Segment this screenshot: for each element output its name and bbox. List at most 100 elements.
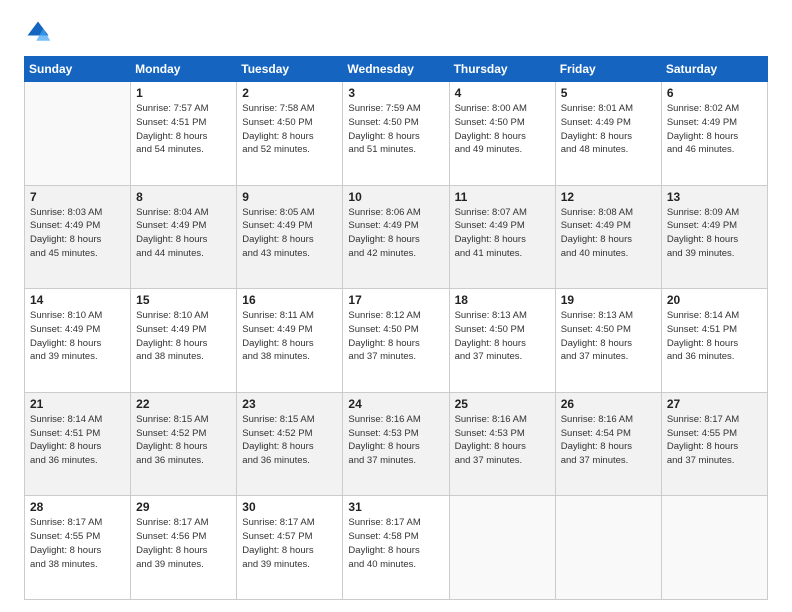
day-number: 16 — [242, 293, 337, 307]
day-info: Sunrise: 8:10 AM Sunset: 4:49 PM Dayligh… — [136, 309, 231, 364]
weekday-friday: Friday — [555, 57, 661, 82]
day-number: 5 — [561, 86, 656, 100]
logo — [24, 18, 56, 46]
calendar-week-row: 21Sunrise: 8:14 AM Sunset: 4:51 PM Dayli… — [25, 392, 768, 496]
day-number: 30 — [242, 500, 337, 514]
table-row: 4Sunrise: 8:00 AM Sunset: 4:50 PM Daylig… — [449, 82, 555, 186]
day-info: Sunrise: 7:59 AM Sunset: 4:50 PM Dayligh… — [348, 102, 443, 157]
table-row: 8 Sunrise: 8:04 AM Sunset: 4:49 PM Daylig… — [131, 185, 237, 289]
day-number: 1 — [136, 86, 231, 100]
day-info: Sunrise: 8:17 AM Sunset: 4:56 PM Dayligh… — [136, 516, 231, 571]
page: SundayMondayTuesdayWednesdayThursdayFrid… — [0, 0, 792, 612]
day-number: 15 — [136, 293, 231, 307]
day-number: 28 — [30, 500, 125, 514]
day-number: 4 — [455, 86, 550, 100]
table-row: 12 Sunrise: 8:08 AM Sunset: 4:49 PM Dayli… — [555, 185, 661, 289]
table-row: 21Sunrise: 8:14 AM Sunset: 4:51 PM Dayli… — [25, 392, 131, 496]
day-number: 25 — [455, 397, 550, 411]
day-info: Sunrise: 8:17 AM Sunset: 4:57 PM Dayligh… — [242, 516, 337, 571]
day-number: 31 — [348, 500, 443, 514]
table-row: 30 Sunrise: 8:17 AM Sunset: 4:57 PM Dayli… — [237, 496, 343, 600]
day-number: 3 — [348, 86, 443, 100]
table-row: 13Sunrise: 8:09 AM Sunset: 4:49 PM Dayli… — [661, 185, 767, 289]
day-info: Sunrise: 8:16 AM Sunset: 4:54 PM Dayligh… — [561, 413, 656, 468]
table-row: 5 Sunrise: 8:01 AM Sunset: 4:49 PM Daylig… — [555, 82, 661, 186]
table-row: 14 Sunrise: 8:10 AM Sunset: 4:49 PM Dayli… — [25, 289, 131, 393]
weekday-monday: Monday — [131, 57, 237, 82]
table-row: 22 Sunrise: 8:15 AM Sunset: 4:52 PM Dayli… — [131, 392, 237, 496]
table-row — [25, 82, 131, 186]
day-number: 2 — [242, 86, 337, 100]
table-row: 2 Sunrise: 7:58 AM Sunset: 4:50 PM Daylig… — [237, 82, 343, 186]
day-number: 9 — [242, 190, 337, 204]
day-number: 20 — [667, 293, 762, 307]
day-info: Sunrise: 8:02 AM Sunset: 4:49 PM Dayligh… — [667, 102, 762, 157]
weekday-tuesday: Tuesday — [237, 57, 343, 82]
calendar-week-row: 14 Sunrise: 8:10 AM Sunset: 4:49 PM Dayli… — [25, 289, 768, 393]
table-row: 31 Sunrise: 8:17 AM Sunset: 4:58 PM Dayli… — [343, 496, 449, 600]
day-info: Sunrise: 8:17 AM Sunset: 4:55 PM Dayligh… — [30, 516, 125, 571]
day-number: 12 — [561, 190, 656, 204]
day-number: 23 — [242, 397, 337, 411]
calendar-week-row: 1 Sunrise: 7:57 AM Sunset: 4:51 PM Daylig… — [25, 82, 768, 186]
day-info: Sunrise: 8:17 AM Sunset: 4:58 PM Dayligh… — [348, 516, 443, 571]
day-number: 29 — [136, 500, 231, 514]
weekday-wednesday: Wednesday — [343, 57, 449, 82]
table-row: 7 Sunrise: 8:03 AM Sunset: 4:49 PM Daylig… — [25, 185, 131, 289]
table-row: 24 Sunrise: 8:16 AM Sunset: 4:53 PM Dayli… — [343, 392, 449, 496]
day-info: Sunrise: 8:03 AM Sunset: 4:49 PM Dayligh… — [30, 206, 125, 261]
day-info: Sunrise: 8:13 AM Sunset: 4:50 PM Dayligh… — [561, 309, 656, 364]
table-row: 3 Sunrise: 7:59 AM Sunset: 4:50 PM Daylig… — [343, 82, 449, 186]
day-info: Sunrise: 8:14 AM Sunset: 4:51 PM Dayligh… — [30, 413, 125, 468]
day-number: 7 — [30, 190, 125, 204]
calendar-table: SundayMondayTuesdayWednesdayThursdayFrid… — [24, 56, 768, 600]
day-number: 10 — [348, 190, 443, 204]
table-row: 15 Sunrise: 8:10 AM Sunset: 4:49 PM Dayli… — [131, 289, 237, 393]
table-row: 16 Sunrise: 8:11 AM Sunset: 4:49 PM Dayli… — [237, 289, 343, 393]
table-row — [555, 496, 661, 600]
table-row — [661, 496, 767, 600]
day-number: 6 — [667, 86, 762, 100]
day-number: 22 — [136, 397, 231, 411]
day-number: 24 — [348, 397, 443, 411]
day-info: Sunrise: 8:05 AM Sunset: 4:49 PM Dayligh… — [242, 206, 337, 261]
table-row: 6 Sunrise: 8:02 AM Sunset: 4:49 PM Daylig… — [661, 82, 767, 186]
day-info: Sunrise: 8:08 AM Sunset: 4:49 PM Dayligh… — [561, 206, 656, 261]
table-row: 17 Sunrise: 8:12 AM Sunset: 4:50 PM Dayli… — [343, 289, 449, 393]
day-info: Sunrise: 8:15 AM Sunset: 4:52 PM Dayligh… — [136, 413, 231, 468]
day-info: Sunrise: 8:16 AM Sunset: 4:53 PM Dayligh… — [348, 413, 443, 468]
table-row: 20 Sunrise: 8:14 AM Sunset: 4:51 PM Dayli… — [661, 289, 767, 393]
table-row: 27Sunrise: 8:17 AM Sunset: 4:55 PM Dayli… — [661, 392, 767, 496]
table-row: 1 Sunrise: 7:57 AM Sunset: 4:51 PM Daylig… — [131, 82, 237, 186]
day-info: Sunrise: 8:06 AM Sunset: 4:49 PM Dayligh… — [348, 206, 443, 261]
table-row: 19 Sunrise: 8:13 AM Sunset: 4:50 PM Dayli… — [555, 289, 661, 393]
table-row: 11Sunrise: 8:07 AM Sunset: 4:49 PM Dayli… — [449, 185, 555, 289]
day-number: 17 — [348, 293, 443, 307]
day-info: Sunrise: 7:58 AM Sunset: 4:50 PM Dayligh… — [242, 102, 337, 157]
day-info: Sunrise: 8:13 AM Sunset: 4:50 PM Dayligh… — [455, 309, 550, 364]
table-row — [449, 496, 555, 600]
weekday-sunday: Sunday — [25, 57, 131, 82]
table-row: 10 Sunrise: 8:06 AM Sunset: 4:49 PM Dayli… — [343, 185, 449, 289]
day-info: Sunrise: 8:01 AM Sunset: 4:49 PM Dayligh… — [561, 102, 656, 157]
day-info: Sunrise: 8:04 AM Sunset: 4:49 PM Dayligh… — [136, 206, 231, 261]
day-number: 26 — [561, 397, 656, 411]
table-row: 25 Sunrise: 8:16 AM Sunset: 4:53 PM Dayli… — [449, 392, 555, 496]
table-row: 18Sunrise: 8:13 AM Sunset: 4:50 PM Dayli… — [449, 289, 555, 393]
table-row: 23 Sunrise: 8:15 AM Sunset: 4:52 PM Dayli… — [237, 392, 343, 496]
day-info: Sunrise: 7:57 AM Sunset: 4:51 PM Dayligh… — [136, 102, 231, 157]
day-number: 14 — [30, 293, 125, 307]
day-info: Sunrise: 8:12 AM Sunset: 4:50 PM Dayligh… — [348, 309, 443, 364]
day-number: 27 — [667, 397, 762, 411]
logo-icon — [24, 18, 52, 46]
day-info: Sunrise: 8:09 AM Sunset: 4:49 PM Dayligh… — [667, 206, 762, 261]
day-info: Sunrise: 8:10 AM Sunset: 4:49 PM Dayligh… — [30, 309, 125, 364]
day-info: Sunrise: 8:15 AM Sunset: 4:52 PM Dayligh… — [242, 413, 337, 468]
day-info: Sunrise: 8:14 AM Sunset: 4:51 PM Dayligh… — [667, 309, 762, 364]
day-number: 19 — [561, 293, 656, 307]
day-info: Sunrise: 8:16 AM Sunset: 4:53 PM Dayligh… — [455, 413, 550, 468]
calendar-week-row: 7 Sunrise: 8:03 AM Sunset: 4:49 PM Daylig… — [25, 185, 768, 289]
day-info: Sunrise: 8:11 AM Sunset: 4:49 PM Dayligh… — [242, 309, 337, 364]
table-row: 9 Sunrise: 8:05 AM Sunset: 4:49 PM Daylig… — [237, 185, 343, 289]
day-number: 8 — [136, 190, 231, 204]
